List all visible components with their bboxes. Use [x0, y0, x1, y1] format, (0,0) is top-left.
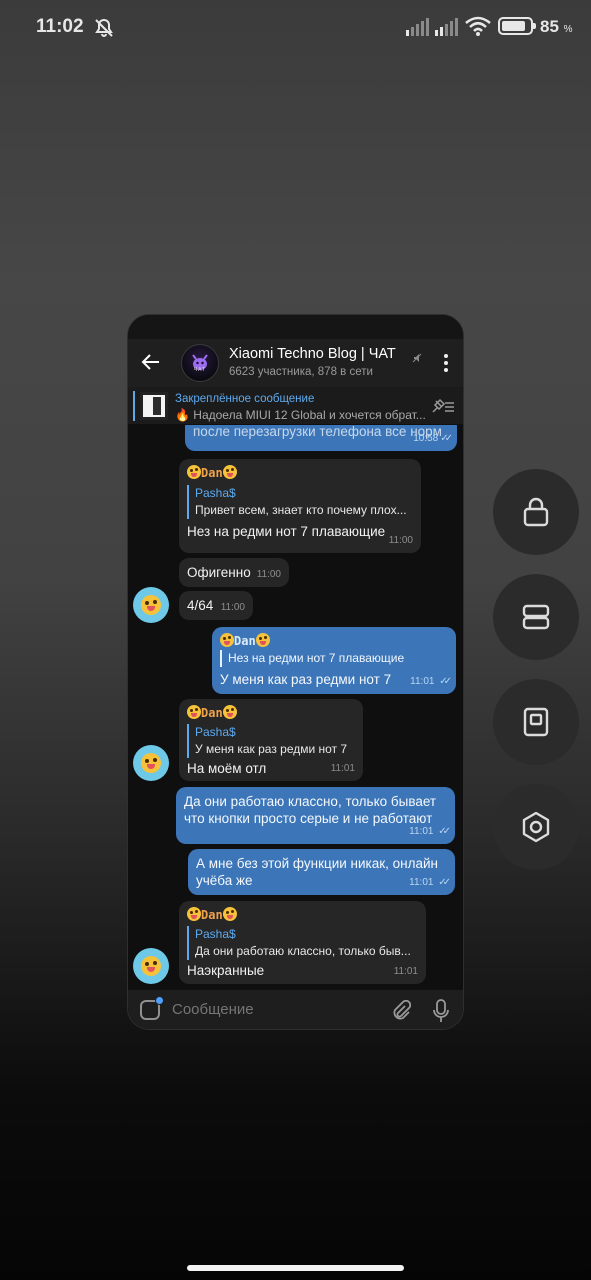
- message-text: Да они работаю классно, только бывает: [184, 794, 437, 809]
- crazy-face-emoji: [141, 595, 161, 615]
- pinned-text: 🔥 Надоела MIUI 12 Global и хочется обрат…: [175, 408, 426, 422]
- signal-icon: [406, 18, 430, 41]
- chat-subtitle: 6623 участника, 878 в сети: [229, 366, 373, 378]
- message-text: Наэкранные: [187, 963, 265, 978]
- message-bubble-incoming[interactable]: Dan Pasha$ У меня как раз редми нот 7 На…: [179, 699, 363, 781]
- reply-author: Pasha$: [195, 725, 236, 739]
- sender-name: Dan: [220, 633, 448, 650]
- message-time: 11:00: [388, 535, 413, 546]
- message-time: 11:01 ✓✓: [409, 826, 451, 837]
- paperclip-icon[interactable]: [391, 999, 412, 1027]
- message-bubble-outgoing[interactable]: после перезагрузки телефона все норм 10:…: [185, 425, 457, 451]
- crazy-face-emoji: [222, 705, 237, 719]
- crazy-face-emoji: [222, 465, 237, 479]
- crazy-face-emoji: [141, 956, 161, 976]
- crazy-face-emoji: [141, 753, 161, 773]
- message-time: 11:01 ✓✓: [409, 877, 451, 888]
- message-time: 11:01 ✓✓: [410, 676, 452, 687]
- user-avatar[interactable]: [133, 948, 169, 984]
- message-text: что кнопки просто серые и не работают: [184, 811, 433, 826]
- lock-window-button[interactable]: [493, 469, 579, 555]
- status-time: 11:02: [36, 16, 84, 37]
- message-text: после перезагрузки телефона все норм: [193, 425, 442, 439]
- floating-window[interactable]: ЧАТ Xiaomi Techno Blog | ЧАТ 6623 участн…: [127, 314, 464, 1030]
- sender-name: Dan: [187, 907, 418, 924]
- message-time: 10:58 ✓✓: [413, 433, 453, 444]
- reply-quote[interactable]: Нез на редми нот 7 плавающие: [220, 650, 448, 667]
- reply-author: Pasha$: [195, 927, 236, 941]
- wifi-icon: [465, 16, 491, 41]
- crazy-face-emoji: [187, 465, 201, 479]
- reply-text: Да они работаю классно, только быв...: [195, 944, 411, 958]
- message-text: Нез на редми нот 7 плавающие: [187, 524, 386, 539]
- user-avatar[interactable]: [133, 745, 169, 781]
- reply-text: Нез на редми нот 7 плавающие: [228, 651, 405, 665]
- home-indicator[interactable]: [187, 1265, 404, 1271]
- pinned-title: Закреплённое сообщение: [175, 393, 315, 405]
- settings-button[interactable]: [493, 784, 579, 870]
- reply-text: У меня как раз редми нот 7: [195, 742, 348, 756]
- message-bubble-outgoing[interactable]: Да они работаю классно, только бывает чт…: [176, 787, 455, 844]
- chat-title: Xiaomi Techno Blog | ЧАТ: [229, 346, 396, 362]
- window-drag-handle[interactable]: [128, 315, 463, 339]
- split-screen-button[interactable]: [493, 574, 579, 660]
- split-screen-icon: [522, 604, 550, 630]
- arrow-left-icon[interactable]: [141, 352, 161, 377]
- message-list[interactable]: после перезагрузки телефона все норм 10:…: [128, 425, 463, 991]
- sender-name: Dan: [187, 465, 413, 482]
- crazy-face-emoji: [255, 633, 270, 647]
- unpin-list-icon[interactable]: [431, 398, 455, 419]
- emoji-sticker-icon[interactable]: [140, 996, 164, 1020]
- message-time: 11:00: [220, 602, 245, 613]
- message-input-bar: [128, 989, 463, 1029]
- pinned-thumbnail: [140, 392, 168, 420]
- more-vertical-icon[interactable]: [443, 354, 449, 372]
- pinned-indicator: [133, 391, 135, 421]
- message-time: 11:01: [393, 966, 418, 977]
- crazy-face-emoji: [220, 633, 234, 647]
- message-bubble-outgoing[interactable]: Dan Нез на редми нот 7 плавающие У меня …: [212, 627, 456, 694]
- small-window-button[interactable]: [493, 679, 579, 765]
- message-text: А мне без этой функции никак, онлайн: [196, 856, 438, 871]
- status-bar: 11:02 85 %: [0, 0, 591, 56]
- user-avatar[interactable]: [133, 587, 169, 623]
- message-bubble-outgoing[interactable]: А мне без этой функции никак, онлайн учё…: [188, 849, 455, 895]
- pinned-message-bar[interactable]: Закреплённое сообщение 🔥 Надоела MIUI 12…: [128, 387, 463, 425]
- reply-author: Pasha$: [195, 486, 236, 500]
- message-bubble-incoming[interactable]: Dan Pasha$ Да они работаю классно, тольк…: [179, 901, 426, 984]
- message-bubble-incoming[interactable]: Dan Pasha$ Привет всем, знает кто почему…: [179, 459, 421, 553]
- crazy-face-emoji: [187, 705, 201, 719]
- bell-off-icon: [93, 17, 115, 44]
- battery-icon: [498, 17, 536, 35]
- message-bubble-incoming[interactable]: 4/64 11:00: [179, 591, 253, 620]
- muted-icon: [412, 350, 422, 368]
- reply-quote[interactable]: Pasha$ Привет всем, знает кто почему пло…: [187, 485, 413, 519]
- sender-name: Dan: [187, 705, 355, 722]
- group-avatar[interactable]: ЧАТ: [181, 344, 219, 382]
- reply-quote[interactable]: Pasha$ Да они работаю классно, только бы…: [187, 926, 418, 960]
- reply-text: Привет всем, знает кто почему плох...: [195, 503, 407, 517]
- small-window-icon: [523, 707, 549, 737]
- message-input[interactable]: [172, 1001, 372, 1018]
- battery-percent: 85 %: [540, 17, 573, 36]
- message-bubble-incoming[interactable]: Офигенно 11:00: [179, 558, 289, 587]
- chat-header[interactable]: ЧАТ Xiaomi Techno Blog | ЧАТ 6623 участн…: [128, 339, 463, 387]
- microphone-icon[interactable]: [433, 999, 449, 1028]
- lock-icon: [523, 497, 549, 527]
- message-time: 11:01: [330, 763, 355, 774]
- settings-hexagon-icon: [522, 811, 550, 843]
- crazy-face-emoji: [187, 907, 201, 921]
- crazy-face-emoji: [222, 907, 237, 921]
- signal-icon-2: [435, 18, 459, 41]
- avatar-label: ЧАТ: [193, 366, 207, 373]
- reply-quote[interactable]: Pasha$ У меня как раз редми нот 7: [187, 724, 355, 758]
- message-time: 11:00: [256, 569, 281, 580]
